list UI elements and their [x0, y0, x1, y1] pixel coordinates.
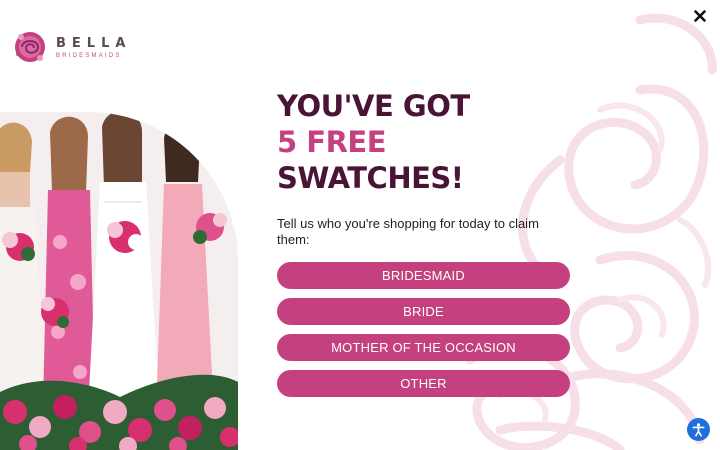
choice-other-button[interactable]: OTHER	[277, 370, 570, 397]
swatch-offer-panel: YOU'VE GOT 5 FREE SWATCHES! Tell us who …	[277, 88, 577, 397]
rose-logo-icon	[15, 32, 45, 62]
close-icon	[694, 10, 706, 22]
brand-tagline: BRIDESMAIDS	[56, 52, 122, 59]
close-button[interactable]	[690, 6, 710, 26]
bridesmaids-photo	[0, 112, 238, 450]
bridesmaids-illustration	[0, 112, 238, 450]
choice-mother-of-occasion-button[interactable]: MOTHER OF THE OCCASION	[277, 334, 570, 361]
offer-headline: YOU'VE GOT 5 FREE SWATCHES!	[277, 88, 577, 196]
brand-name: BELLA	[56, 35, 132, 51]
headline-line-1: YOU'VE GOT	[277, 89, 470, 123]
choice-bridesmaid-button[interactable]: BRIDESMAID	[277, 262, 570, 289]
accessibility-icon	[692, 423, 705, 437]
brand-logo[interactable]: BELLA BRIDESMAIDS	[12, 27, 131, 67]
shopper-choice-list: BRIDESMAID BRIDE MOTHER OF THE OCCASION …	[277, 262, 577, 397]
offer-prompt: Tell us who you're shopping for today to…	[277, 216, 539, 247]
choice-bride-button[interactable]: BRIDE	[277, 298, 570, 325]
headline-rest: SWATCHES!	[277, 161, 464, 195]
headline-accent: 5 FREE	[277, 125, 387, 159]
accessibility-button[interactable]	[687, 418, 710, 441]
